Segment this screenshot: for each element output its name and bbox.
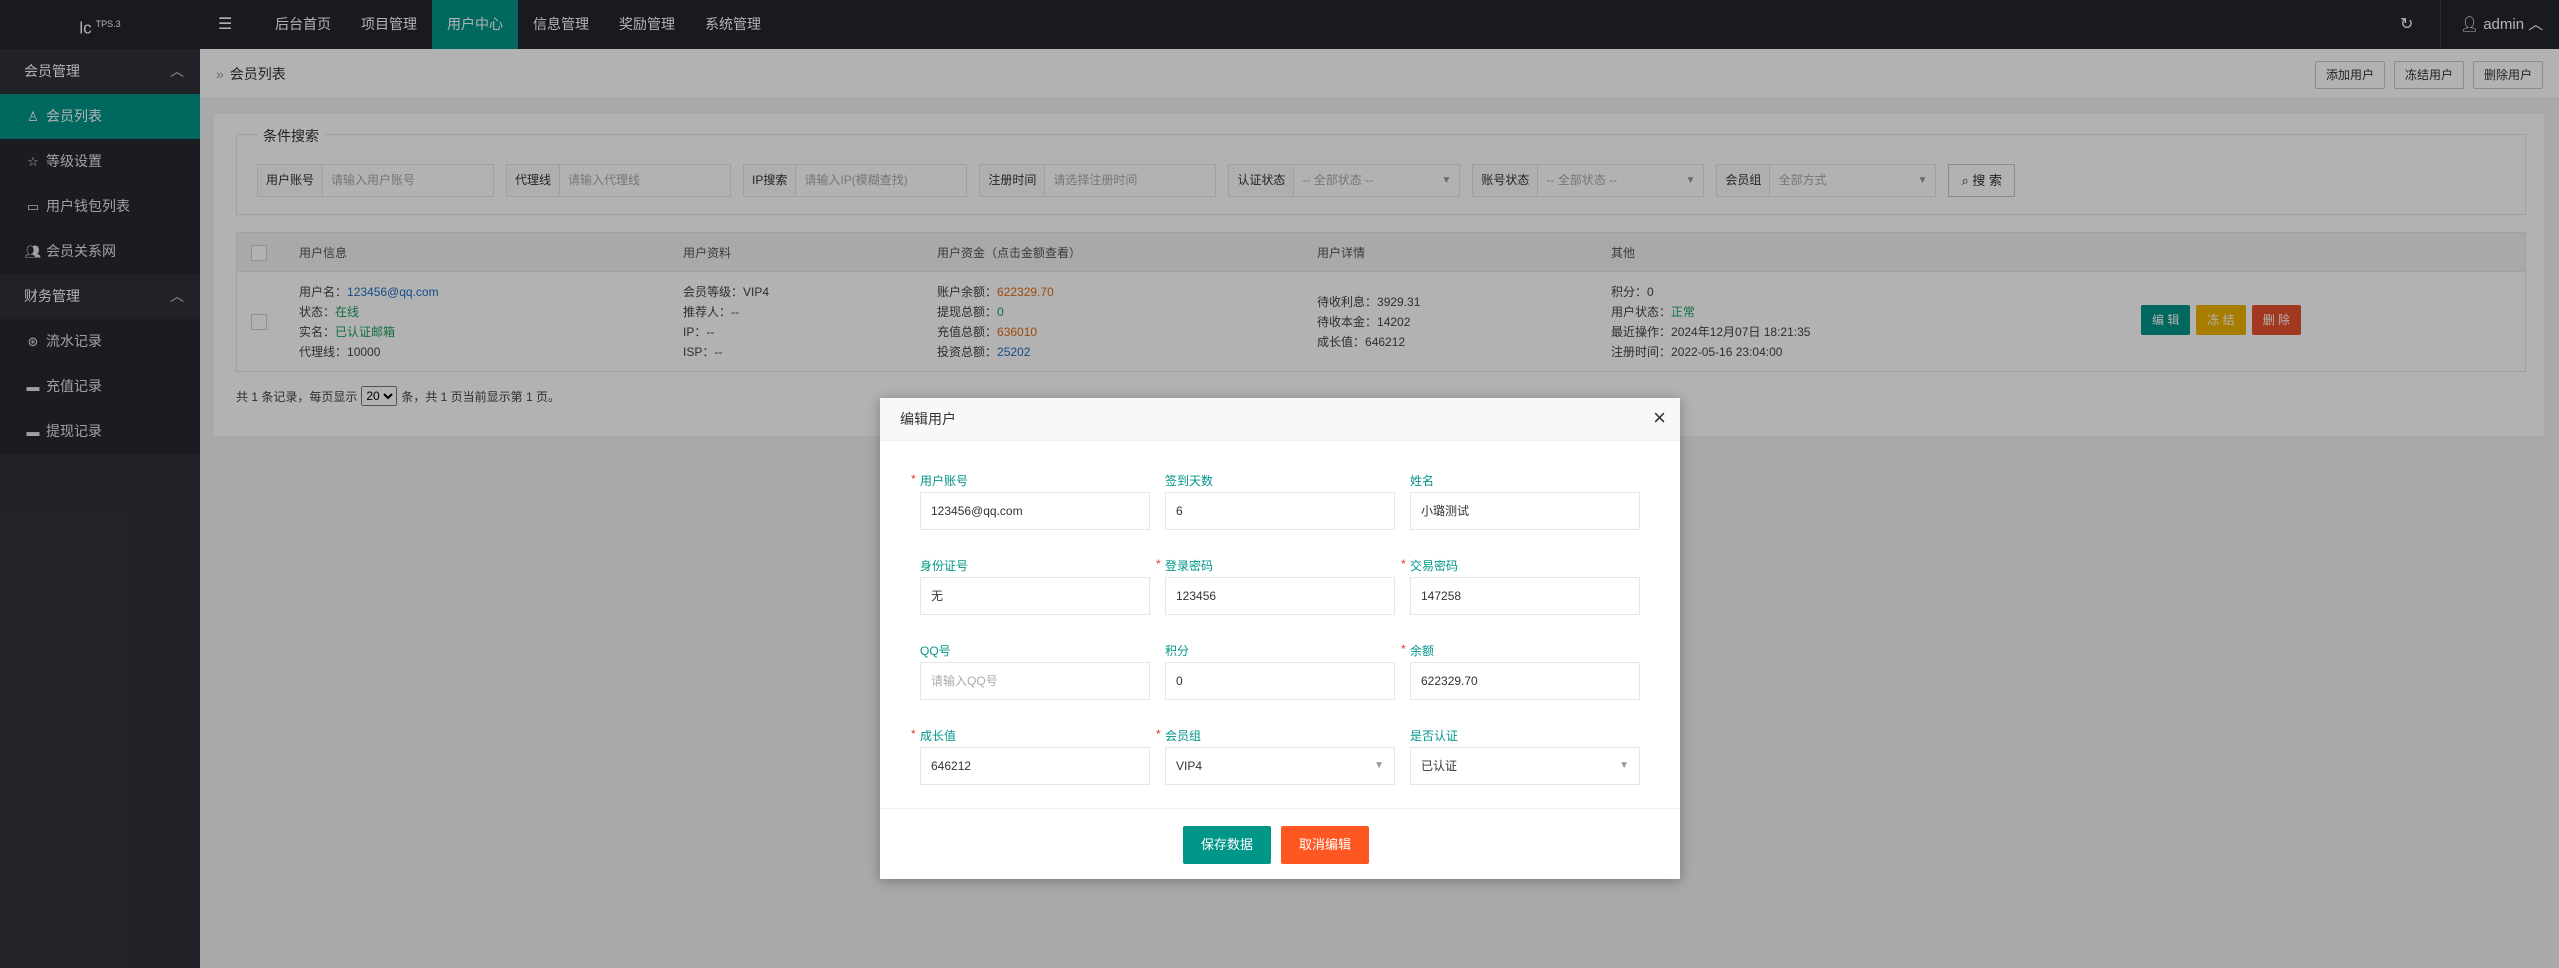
save-button[interactable]: 保存数据 — [1183, 826, 1272, 864]
field-growth: * 成长值 646212 — [911, 727, 1150, 785]
field-signin-days: 签到天数 6 — [1165, 474, 1395, 530]
modal-footer: 保存数据 取消编辑 — [880, 808, 1680, 879]
login-password-input[interactable]: 123456 — [1165, 577, 1395, 615]
edit-user-modal: 编辑用户 × * 用户账号 123456@qq.com 签到天数 6 姓名 小璐测… — [880, 398, 1680, 879]
member-group-select[interactable]: VIP4 ▼ — [1165, 747, 1395, 785]
cancel-button[interactable]: 取消编辑 — [1281, 826, 1370, 864]
points-input[interactable]: 0 — [1165, 662, 1395, 700]
edit-user-form: * 用户账号 123456@qq.com 签到天数 6 姓名 小璐测试 身份证号 … — [880, 441, 1680, 809]
signin-days-input[interactable]: 6 — [1165, 492, 1395, 530]
field-verified: 是否认证 已认证 ▼ — [1410, 729, 1640, 785]
field-member-group: * 会员组 VIP4 ▼ — [1156, 727, 1395, 785]
qq-input[interactable]: 请输入QQ号 — [920, 662, 1150, 700]
trade-password-input[interactable]: 147258 — [1410, 577, 1640, 615]
field-name: 姓名 小璐测试 — [1410, 474, 1640, 530]
id-card-input[interactable]: 无 — [920, 577, 1150, 615]
modal-buttons: 保存数据 取消编辑 — [1183, 826, 1370, 864]
field-trade-password: * 交易密码 147258 — [1401, 557, 1640, 615]
field-id-card: 身份证号 无 — [920, 559, 1150, 615]
verified-select[interactable]: 已认证 ▼ — [1410, 747, 1640, 785]
name-input[interactable]: 小璐测试 — [1410, 492, 1640, 530]
field-login-password: * 登录密码 123456 — [1156, 557, 1395, 615]
dropdown-arrow-icon: ▼ — [1619, 760, 1629, 771]
modal-title: 编辑用户 — [900, 411, 956, 427]
field-account: * 用户账号 123456@qq.com — [911, 472, 1150, 530]
field-balance: * 余额 622329.70 — [1401, 642, 1640, 700]
dropdown-arrow-icon: ▼ — [1374, 760, 1384, 771]
field-points: 积分 0 — [1165, 644, 1395, 700]
close-icon[interactable]: × — [1653, 406, 1666, 430]
growth-input[interactable]: 646212 — [920, 747, 1150, 785]
balance-input[interactable]: 622329.70 — [1410, 662, 1640, 700]
field-qq: QQ号 请输入QQ号 — [920, 644, 1150, 700]
modal-header: 编辑用户 × — [880, 398, 1680, 441]
account-input[interactable]: 123456@qq.com — [920, 492, 1150, 530]
